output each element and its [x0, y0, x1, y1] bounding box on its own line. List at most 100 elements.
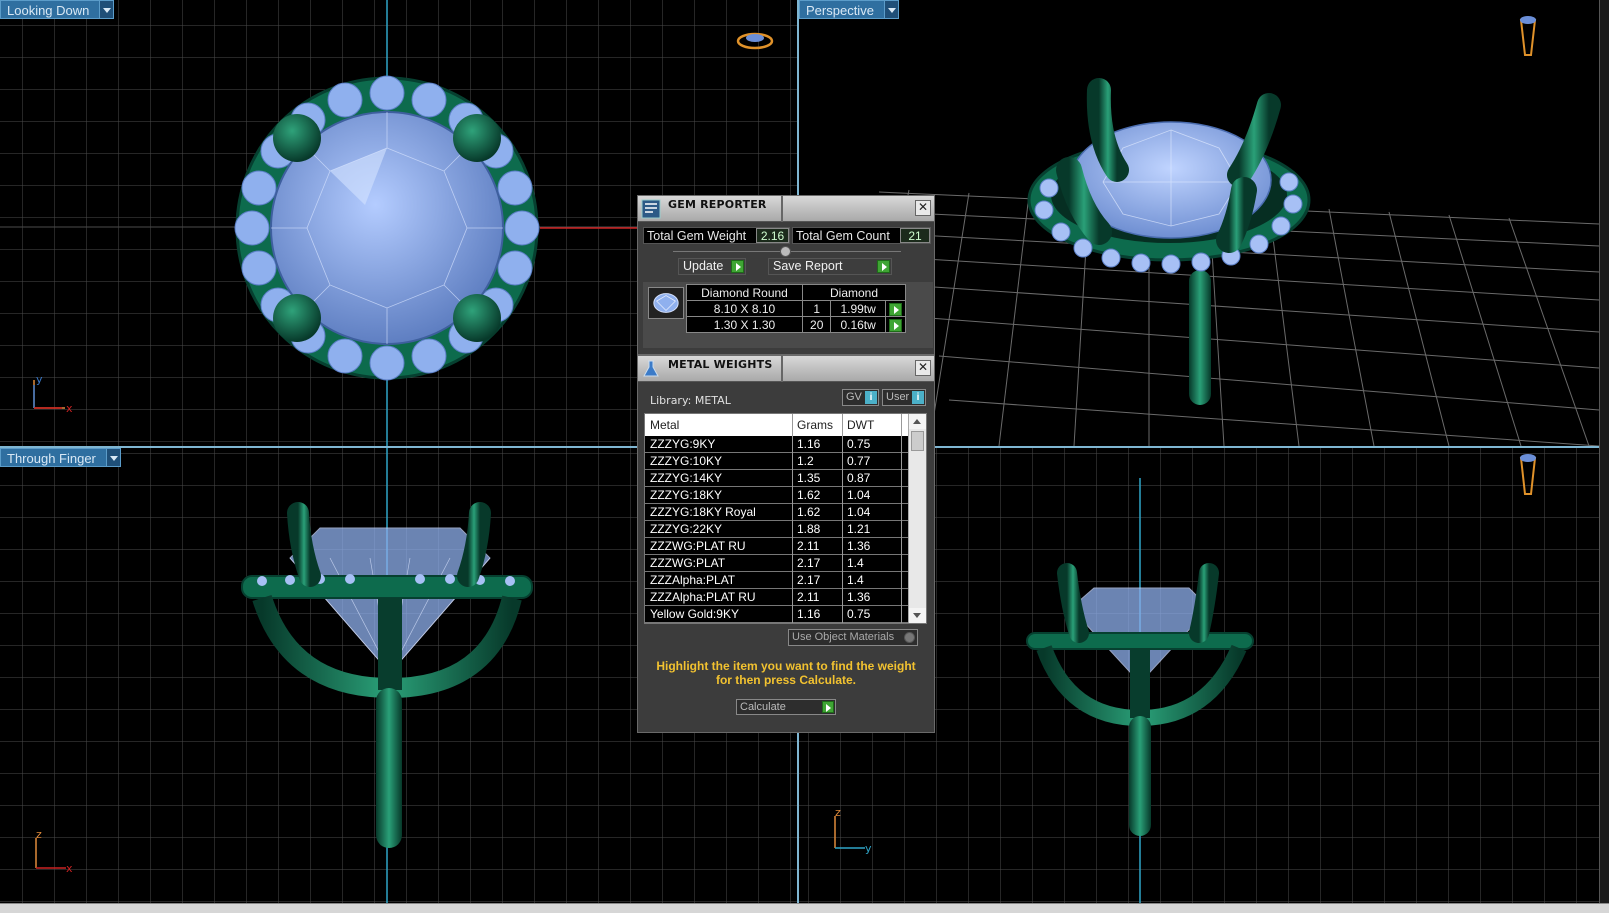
metal-grams: 1.2 — [797, 454, 814, 468]
use-object-materials-toggle[interactable]: Use Object Materials — [788, 629, 918, 646]
axis-label-b: x — [66, 862, 73, 875]
axis-label-a: z — [835, 806, 841, 819]
gem-row[interactable]: 8.10 X 8.10 1 1.99tw — [686, 300, 907, 317]
app-window: y x Looking Down Perspective z x Through… — [0, 0, 1609, 913]
viewport-label-text: Perspective — [806, 3, 874, 18]
gem-size: 1.30 X 1.30 — [686, 316, 803, 333]
metal-row[interactable]: ZZZAlpha:PLAT RU 2.11 1.36 — [645, 589, 909, 606]
metal-grams: 1.88 — [797, 522, 821, 536]
metal-dwt: 0.75 — [847, 607, 871, 621]
calculate-button[interactable]: Calculate — [736, 699, 836, 715]
header-separator — [781, 196, 783, 222]
viewport-label-text: Looking Down — [7, 3, 90, 18]
gem-reporter-header[interactable]: GEM REPORTER ✕ — [638, 196, 934, 222]
gem-weight: 1.99tw — [830, 300, 886, 317]
gem-material-header: Diamond — [802, 284, 906, 301]
gem-row-select[interactable] — [884, 316, 907, 333]
metal-name: ZZZWG:PLAT — [650, 556, 726, 570]
gem-type-header: Diamond Round — [686, 284, 803, 301]
metal-dwt: 0.75 — [847, 437, 871, 451]
metal-dwt: 1.21 — [847, 522, 871, 536]
panel-resize-handle[interactable] — [780, 246, 791, 257]
user-toggle[interactable]: User i — [882, 389, 926, 406]
metal-dwt: 1.36 — [847, 590, 871, 604]
metal-name: ZZZYG:22KY — [650, 522, 723, 536]
column-divider — [901, 414, 902, 623]
viewport-label-through-finger[interactable]: Through Finger — [0, 448, 121, 467]
chevron-down-icon[interactable] — [105, 449, 120, 466]
metal-row[interactable]: ZZZWG:PLAT RU 2.11 1.36 — [645, 538, 909, 555]
metal-dwt: 1.36 — [847, 539, 871, 553]
viewport-label-looking-down[interactable]: Looking Down — [0, 0, 115, 19]
radio-icon — [904, 632, 915, 643]
metal-list-header: Metal Grams DWT — [645, 414, 909, 436]
scroll-up-icon[interactable] — [909, 414, 926, 429]
metal-row[interactable]: ZZZAlpha:PLAT 2.17 1.4 — [645, 572, 909, 589]
metal-grams: 1.16 — [797, 437, 821, 451]
gem-reporter-icon — [641, 199, 661, 219]
col-metal-header: Metal — [650, 418, 680, 432]
close-button[interactable]: ✕ — [915, 360, 931, 376]
total-gem-weight-value: 2.16 — [756, 228, 789, 243]
scroll-down-icon[interactable] — [909, 608, 926, 623]
gem-row[interactable]: 1.30 X 1.30 20 0.16tw — [686, 316, 907, 333]
gem-weight: 0.16tw — [830, 316, 886, 333]
viewport-label-perspective[interactable]: Perspective — [799, 0, 899, 19]
calculate-label: Calculate — [740, 701, 786, 713]
metal-row[interactable]: ZZZYG:18KY Royal 1.62 1.04 — [645, 504, 909, 521]
gv-toggle[interactable]: GV i — [842, 389, 879, 406]
gem-reporter-panel: GEM REPORTER ✕ Total Gem Weight 2.16 Tot… — [637, 195, 935, 355]
metal-row[interactable]: ZZZWG:PLAT 2.17 1.4 — [645, 555, 909, 572]
chevron-down-icon[interactable] — [99, 1, 114, 18]
metal-name: ZZZYG:9KY — [650, 437, 716, 451]
column-divider — [792, 414, 793, 623]
user-label: User — [886, 391, 910, 403]
metal-name: ZZZAlpha:PLAT — [650, 573, 736, 587]
diamond-round-icon — [648, 287, 684, 319]
metal-row[interactable]: ZZZYG:22KY 1.88 1.21 — [645, 521, 909, 538]
play-arrow-icon — [731, 260, 744, 273]
gem-count: 1 — [801, 300, 832, 317]
gem-row-select[interactable] — [884, 300, 907, 317]
panel-title: GEM REPORTER — [668, 198, 767, 211]
metal-name: ZZZYG:10KY — [650, 454, 723, 468]
metal-grams: 1.62 — [797, 488, 821, 502]
metal-dwt: 1.04 — [847, 505, 871, 519]
scrollbar-thumb[interactable] — [911, 431, 924, 451]
metal-dwt: 1.04 — [847, 488, 871, 502]
gem-list: Diamond Round Diamond 8.10 X 8.10 1 1.99… — [643, 282, 933, 348]
metal-weights-header[interactable]: METAL WEIGHTS ✕ — [638, 356, 934, 382]
gv-label: GV — [846, 391, 862, 403]
gem-size: 8.10 X 8.10 — [686, 300, 803, 317]
chevron-down-icon[interactable] — [883, 1, 898, 18]
metal-list-scrollbar[interactable] — [908, 414, 926, 623]
col-grams-header: Grams — [797, 418, 833, 432]
update-button[interactable]: Update — [678, 258, 746, 275]
calculate-hint: Highlight the item you want to find the … — [656, 659, 916, 687]
panel-title: METAL WEIGHTS — [668, 358, 773, 371]
use-object-materials-label: Use Object Materials — [792, 631, 895, 643]
close-button[interactable]: ✕ — [915, 200, 931, 216]
info-icon: i — [865, 391, 877, 404]
metal-dwt: 0.87 — [847, 471, 871, 485]
play-arrow-icon — [822, 701, 834, 713]
metal-weights-panel: METAL WEIGHTS ✕ Library: METAL GV i User… — [637, 355, 935, 733]
metal-row[interactable]: ZZZYG:14KY 1.35 0.87 — [645, 470, 909, 487]
save-report-button[interactable]: Save Report — [768, 258, 892, 275]
metal-list[interactable]: Metal Grams DWT ZZZYG:9KY 1.16 0.75 ZZZYG:1… — [644, 413, 927, 624]
metal-name: ZZZYG:18KY — [650, 488, 723, 502]
right-edge-strip — [1599, 0, 1609, 903]
metal-grams: 1.62 — [797, 505, 821, 519]
metal-row[interactable]: ZZZYG:18KY 1.62 1.04 — [645, 487, 909, 504]
metal-name: ZZZAlpha:PLAT RU — [650, 590, 756, 604]
metal-row[interactable]: ZZZYG:10KY 1.2 0.77 — [645, 453, 909, 470]
update-label: Update — [683, 259, 724, 273]
axis-label-b: x — [66, 402, 73, 415]
metal-row[interactable]: Yellow Gold:9KY 1.16 0.75 — [645, 606, 909, 623]
metal-grams: 2.17 — [797, 556, 821, 570]
metal-grams: 2.11 — [797, 590, 820, 604]
metal-grams: 1.35 — [797, 471, 821, 485]
col-dwt-header: DWT — [847, 418, 875, 432]
save-report-label: Save Report — [773, 259, 843, 273]
metal-row[interactable]: ZZZYG:9KY 1.16 0.75 — [645, 436, 909, 453]
